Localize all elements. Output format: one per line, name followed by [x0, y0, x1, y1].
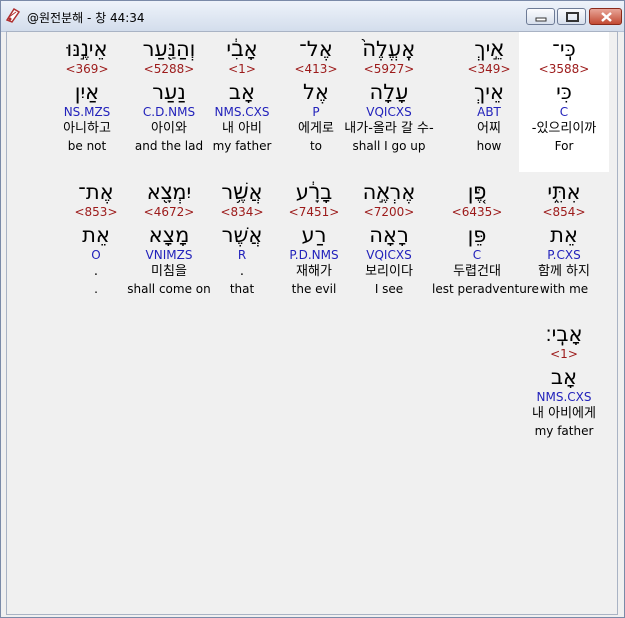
title-bar[interactable]: @원전분해 - 창 44:34	[1, 1, 624, 32]
lemma-word: אַיִן	[74, 80, 100, 104]
word-cell[interactable]: אָבִֽי׃ <1> אָב NMS.CXS 내 아비에게 my father	[519, 317, 609, 457]
korean-gloss: .	[93, 264, 99, 279]
lemma-word: אָב	[550, 365, 578, 389]
korean-gloss: 함께 하지	[538, 264, 590, 279]
hebrew-word: אֶת־	[78, 180, 114, 204]
close-button[interactable]	[589, 8, 622, 25]
korean-gloss: 어찌	[477, 121, 501, 136]
parse-code: C.D.NMS	[142, 105, 196, 119]
strong-number: <5288>	[143, 62, 195, 76]
hebrew-word: אָבִֽי׃	[545, 322, 583, 346]
korean-gloss: 두렵건대	[453, 264, 501, 279]
lemma-word: אֵת	[550, 223, 578, 247]
hebrew-word: אֵינֶ֣נּוּ	[66, 37, 108, 61]
english-gloss: and the lad	[134, 139, 204, 153]
hebrew-word: פֶּ֚ן	[467, 180, 487, 204]
window-title: @원전분해 - 창 44:34	[27, 11, 145, 25]
word-cell[interactable]: פֶּ֚ן <6435> פֵּן C 두렵건대 lest peradventure	[432, 175, 539, 315]
english-gloss: .	[94, 282, 98, 296]
word-cell[interactable]: וְהַנַּ֖עַר <5288> נַעַר C.D.NMS 아이와 and the …	[124, 32, 214, 172]
korean-gloss: 아니하고	[63, 121, 111, 136]
hebrew-word: אֵ֣יךְ	[474, 37, 504, 61]
app-icon[interactable]	[4, 6, 22, 24]
parse-code: P.CXS	[547, 248, 581, 262]
english-gloss: be not	[67, 139, 107, 153]
english-gloss: my father	[534, 424, 594, 438]
lemma-word: פֵּן	[467, 223, 487, 247]
english-gloss: how	[476, 139, 502, 153]
english-gloss: lest peradventure	[432, 282, 539, 296]
word-cell[interactable]: אֶת־ <853> אֵת O..	[51, 175, 141, 315]
word-cell[interactable]: אֵינֶ֣נּוּ <369> אַיִן NS.MZS 아니하고 be not	[42, 32, 132, 172]
parse-code: ABT	[477, 105, 501, 119]
parse-code: NMS.CXS	[536, 390, 592, 404]
app-window: @원전분해 - 창 44:34 כִּֽי־ <3588> כִּי C -있으리이까 F…	[0, 0, 625, 618]
parse-code: NS.MZS	[63, 105, 111, 119]
korean-gloss: 아이와	[151, 121, 187, 136]
lemma-word: אֵת	[82, 223, 110, 247]
parse-code: C	[472, 248, 482, 262]
strong-number: <1>	[550, 347, 578, 361]
strong-number: <6435>	[451, 205, 503, 219]
hebrew-word: אִתִּ֑י	[547, 180, 581, 204]
word-cell[interactable]: אֵ֣יךְ <349> אֵיךְ ABT 어찌 how	[444, 32, 534, 172]
analysis-pane: כִּֽי־ <3588> כִּי C -있으리이까 For אֵ֣יךְ <349> אֵי…	[6, 31, 618, 615]
hebrew-word: וְהַנַּ֖עַר	[142, 37, 196, 61]
maximize-button[interactable]	[557, 8, 586, 25]
strong-number: <349>	[467, 62, 511, 76]
strong-number: <369>	[65, 62, 109, 76]
strong-number: <854>	[542, 205, 586, 219]
parse-code: O	[91, 248, 101, 262]
lemma-word: אֵיךְ	[473, 80, 504, 104]
lemma-word: נַעַר	[152, 80, 186, 104]
strong-number: <853>	[74, 205, 118, 219]
minimize-button[interactable]	[526, 8, 555, 25]
korean-gloss: 내 아비에게	[532, 406, 596, 421]
